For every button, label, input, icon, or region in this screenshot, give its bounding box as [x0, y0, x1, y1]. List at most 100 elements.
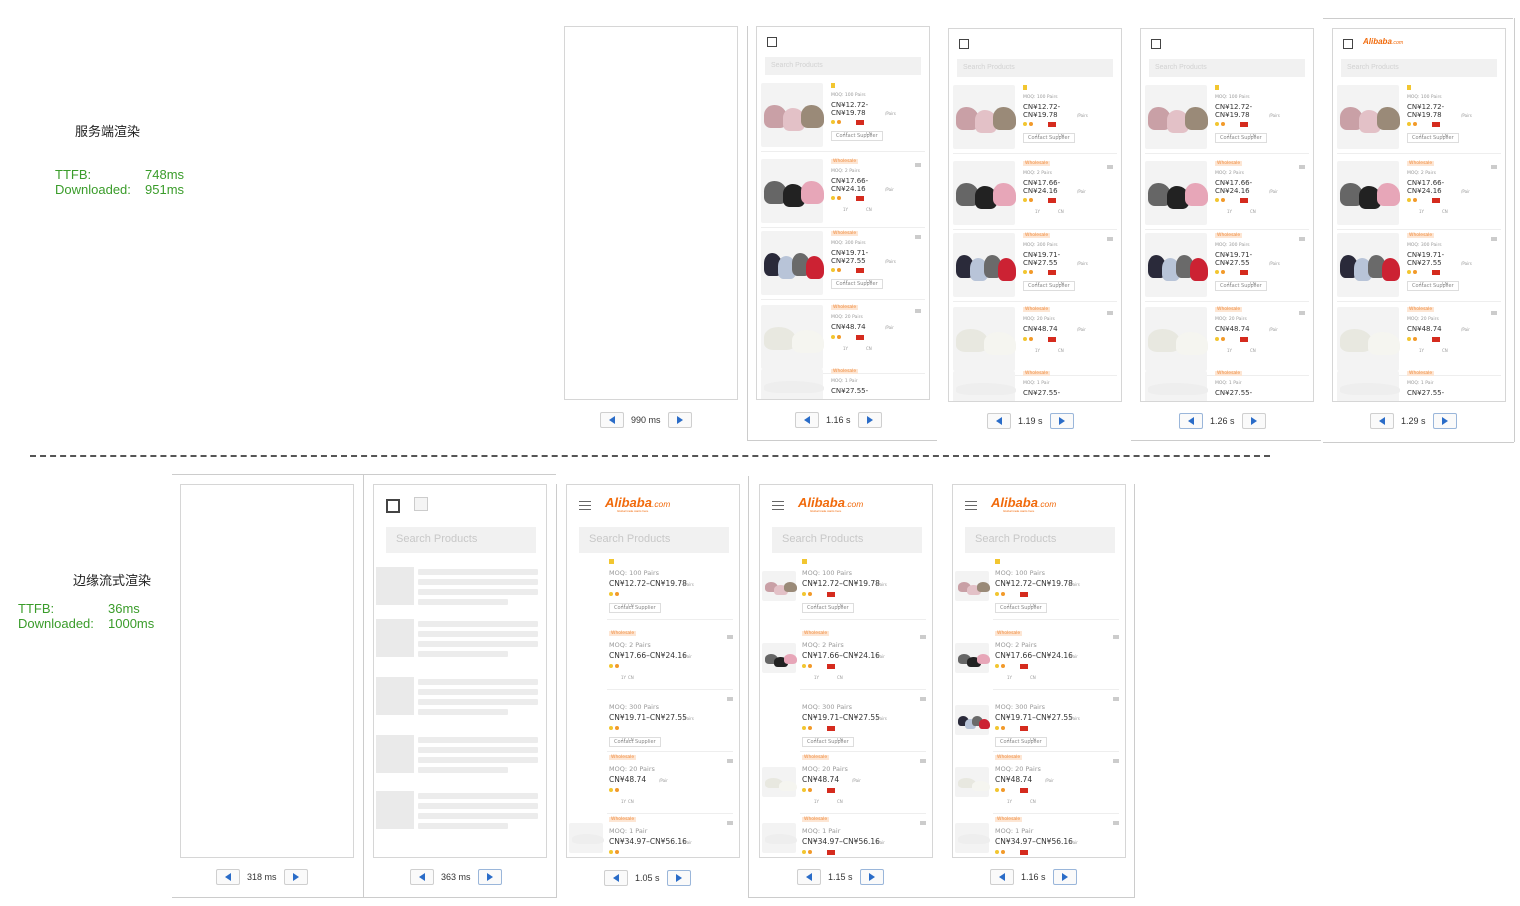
- message-icon[interactable]: [915, 309, 921, 313]
- menu-checkbox-icon[interactable]: [767, 37, 777, 47]
- contact-supplier-button[interactable]: Contact Supplier: [995, 737, 1047, 747]
- search-input[interactable]: Search Products: [386, 527, 536, 553]
- contact-supplier-button[interactable]: Contact Supplier: [609, 603, 661, 613]
- product-image[interactable]: [761, 83, 824, 147]
- product-image[interactable]: [762, 643, 797, 673]
- product-image[interactable]: [955, 643, 990, 673]
- next-frame-button[interactable]: [1049, 413, 1074, 429]
- hamburger-menu-icon[interactable]: [579, 501, 591, 510]
- message-icon[interactable]: [727, 821, 733, 825]
- message-icon[interactable]: [1299, 165, 1305, 169]
- message-icon[interactable]: [1113, 697, 1119, 701]
- message-icon[interactable]: [727, 697, 733, 701]
- product-image[interactable]: [1337, 233, 1400, 297]
- product-image[interactable]: [761, 305, 824, 369]
- contact-supplier-button[interactable]: Contact Supplier: [1023, 133, 1075, 143]
- next-frame-button[interactable]: [857, 412, 882, 428]
- contact-supplier-button[interactable]: Contact Supplier: [802, 603, 854, 613]
- message-icon[interactable]: [1299, 311, 1305, 315]
- next-frame-button[interactable]: [666, 870, 691, 886]
- message-icon[interactable]: [1113, 759, 1119, 763]
- contact-supplier-button[interactable]: Contact Supplier: [831, 131, 883, 141]
- product-image[interactable]: [955, 823, 990, 853]
- product-image[interactable]: [1337, 161, 1400, 225]
- contact-supplier-button[interactable]: Contact Supplier: [1215, 281, 1267, 291]
- contact-supplier-button[interactable]: Contact Supplier: [995, 603, 1047, 613]
- contact-supplier-button[interactable]: Contact Supplier: [609, 737, 661, 747]
- product-image[interactable]: [953, 371, 1016, 401]
- prev-frame-button[interactable]: [797, 869, 821, 885]
- prev-frame-button[interactable]: [1370, 413, 1394, 429]
- prev-frame-button[interactable]: [987, 413, 1011, 429]
- message-icon[interactable]: [1491, 237, 1497, 241]
- menu-checkbox-icon[interactable]: [386, 499, 400, 513]
- menu-checkbox-icon[interactable]: [1343, 39, 1353, 49]
- product-image[interactable]: [1337, 307, 1400, 371]
- product-image[interactable]: [1145, 307, 1208, 371]
- contact-supplier-button[interactable]: Contact Supplier: [802, 737, 854, 747]
- alibaba-logo[interactable]: Alibaba.com Global trade starts here: [798, 495, 863, 513]
- product-image[interactable]: [762, 767, 797, 797]
- product-image[interactable]: [953, 161, 1016, 225]
- product-image[interactable]: [955, 571, 990, 601]
- product-image[interactable]: [1145, 85, 1208, 149]
- product-image[interactable]: [1145, 371, 1208, 401]
- alibaba-logo[interactable]: Alibaba.com: [1363, 37, 1403, 46]
- prev-frame-button[interactable]: [216, 869, 240, 885]
- next-frame-button[interactable]: [477, 869, 502, 885]
- prev-frame-button[interactable]: [410, 869, 434, 885]
- prev-frame-button[interactable]: [1179, 413, 1203, 429]
- next-frame-button[interactable]: [1052, 869, 1077, 885]
- message-icon[interactable]: [920, 821, 926, 825]
- product-image[interactable]: [1145, 161, 1208, 225]
- search-input[interactable]: Search Products: [1341, 59, 1497, 77]
- menu-checkbox-icon[interactable]: [1151, 39, 1161, 49]
- alibaba-logo[interactable]: Alibaba.com Global trade starts here: [605, 495, 670, 513]
- product-image[interactable]: [762, 823, 797, 853]
- search-input[interactable]: Search Products: [579, 527, 729, 553]
- message-icon[interactable]: [1113, 821, 1119, 825]
- message-icon[interactable]: [1113, 635, 1119, 639]
- menu-checkbox-icon[interactable]: [959, 39, 969, 49]
- message-icon[interactable]: [920, 635, 926, 639]
- message-icon[interactable]: [1107, 237, 1113, 241]
- prev-frame-button[interactable]: [600, 412, 624, 428]
- message-icon[interactable]: [1491, 311, 1497, 315]
- product-image[interactable]: [953, 85, 1016, 149]
- hamburger-menu-icon[interactable]: [772, 501, 784, 510]
- message-icon[interactable]: [1491, 165, 1497, 169]
- contact-supplier-button[interactable]: Contact Supplier: [1407, 133, 1459, 143]
- message-icon[interactable]: [915, 163, 921, 167]
- next-frame-button[interactable]: [667, 412, 692, 428]
- product-image[interactable]: [761, 231, 824, 295]
- next-frame-button[interactable]: [859, 869, 884, 885]
- product-image[interactable]: [1337, 371, 1400, 401]
- search-input[interactable]: Search Products: [965, 527, 1115, 553]
- message-icon[interactable]: [920, 759, 926, 763]
- message-icon[interactable]: [727, 635, 733, 639]
- message-icon[interactable]: [1107, 311, 1113, 315]
- message-icon[interactable]: [727, 759, 733, 763]
- product-image[interactable]: [955, 767, 990, 797]
- message-icon[interactable]: [1299, 237, 1305, 241]
- next-frame-button[interactable]: [1432, 413, 1457, 429]
- hamburger-menu-icon[interactable]: [965, 501, 977, 510]
- product-image[interactable]: [1337, 85, 1400, 149]
- prev-frame-button[interactable]: [990, 869, 1014, 885]
- prev-frame-button[interactable]: [795, 412, 819, 428]
- message-icon[interactable]: [1107, 165, 1113, 169]
- contact-supplier-button[interactable]: Contact Supplier: [831, 279, 883, 289]
- product-image[interactable]: [953, 307, 1016, 371]
- product-image[interactable]: [955, 705, 990, 735]
- product-image[interactable]: [569, 823, 604, 853]
- product-image[interactable]: [761, 159, 824, 223]
- contact-supplier-button[interactable]: Contact Supplier: [1407, 281, 1459, 291]
- message-icon[interactable]: [920, 697, 926, 701]
- contact-supplier-button[interactable]: Contact Supplier: [1023, 281, 1075, 291]
- prev-frame-button[interactable]: [604, 870, 628, 886]
- alibaba-logo[interactable]: Alibaba.com Global trade starts here: [991, 495, 1056, 513]
- search-input[interactable]: Search Products: [1149, 59, 1305, 77]
- product-image[interactable]: [953, 233, 1016, 297]
- product-image[interactable]: [762, 571, 797, 601]
- search-input[interactable]: Search Products: [772, 527, 922, 553]
